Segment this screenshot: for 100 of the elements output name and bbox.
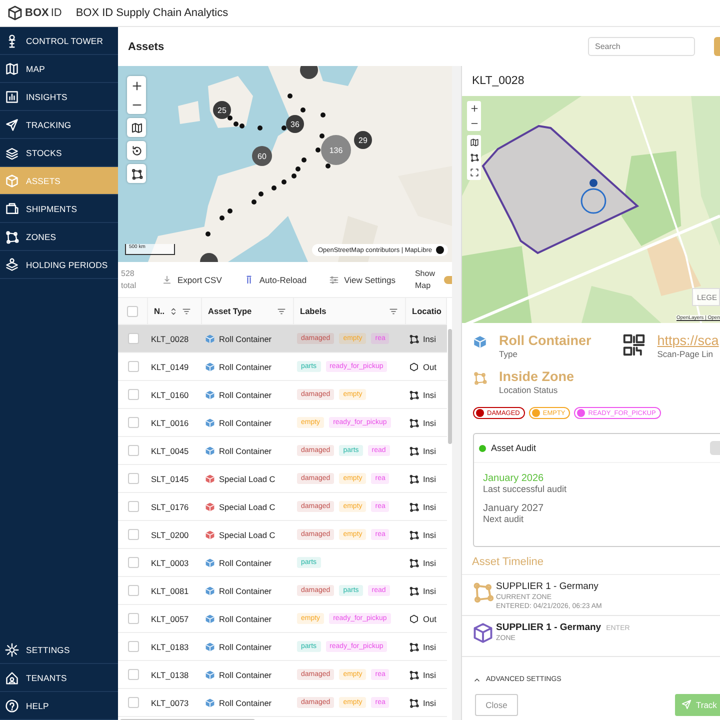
zone-icon <box>5 230 19 244</box>
row-checkbox[interactable] <box>128 557 138 568</box>
box-icon <box>473 335 487 349</box>
table-cell: Out <box>423 614 436 624</box>
zone-icon[interactable] <box>470 153 478 162</box>
zone-icon <box>409 390 419 400</box>
table-cell: KLT_0183 <box>151 642 189 652</box>
table-cell: KLT_0028 <box>151 334 189 344</box>
zone-icon <box>409 558 419 568</box>
send-icon <box>5 118 19 132</box>
page-title: Assets <box>128 40 164 52</box>
table-cell: KLT_0160 <box>151 390 189 400</box>
column-header[interactable]: N.. <box>154 306 165 316</box>
row-checkbox[interactable] <box>128 417 138 428</box>
audit-date: January 2026 <box>483 473 545 484</box>
stack-icon <box>5 146 19 160</box>
status-dot <box>479 444 486 452</box>
send-icon <box>681 699 692 710</box>
zone-icon[interactable] <box>130 168 142 180</box>
table-cell: Special Load C <box>219 502 276 512</box>
zone-icon <box>409 698 419 708</box>
table-cell: Insi <box>423 558 436 568</box>
row-checkbox[interactable] <box>128 613 138 624</box>
hexagon-icon <box>409 614 419 624</box>
select-all-checkbox[interactable] <box>127 306 138 316</box>
sidebar-item[interactable]: MAP <box>0 55 118 83</box>
row-checkbox[interactable] <box>128 361 138 372</box>
table-cell: SLT_0200 <box>151 530 189 540</box>
close-button[interactable]: Close <box>475 694 518 716</box>
section-title: Asset Timeline <box>472 556 545 570</box>
box-icon <box>205 670 215 680</box>
box-icon <box>205 418 215 428</box>
scrollbar[interactable] <box>448 329 452 444</box>
house-icon <box>5 670 19 684</box>
table-cell: KLT_0138 <box>151 670 189 680</box>
header-button[interactable] <box>714 37 720 56</box>
total-count: 528 total <box>121 268 138 292</box>
sort-icon[interactable] <box>168 306 178 316</box>
fullscreen-icon[interactable] <box>470 168 478 177</box>
row-checkbox[interactable] <box>128 473 138 484</box>
zoom-in-icon[interactable] <box>470 104 478 113</box>
table-cell: Roll Container <box>219 446 272 456</box>
audit-label: Next audit <box>483 514 525 524</box>
show-map-toggle[interactable] <box>444 276 452 284</box>
table-cell: Insi <box>423 390 436 400</box>
row-checkbox[interactable] <box>128 333 138 344</box>
audit-menu-button[interactable] <box>710 441 720 455</box>
sidebar-item[interactable]: HOLDING PERIODS <box>0 251 118 279</box>
filter-icon[interactable] <box>277 306 286 316</box>
table-cell: Roll Container <box>219 390 272 400</box>
table-cell: Insi <box>423 530 436 540</box>
zone-icon <box>409 502 419 512</box>
box-icon <box>205 614 215 624</box>
logo-icon <box>7 5 23 21</box>
row-checkbox[interactable] <box>128 641 138 652</box>
row-checkbox[interactable] <box>128 669 138 680</box>
box-icon <box>205 586 215 596</box>
row-checkbox[interactable] <box>128 501 138 512</box>
audit-title: Asset Audit <box>491 443 536 453</box>
type-value: Roll Container <box>499 333 592 349</box>
toolbar-button[interactable]: View Settings <box>326 272 398 286</box>
row-checkbox[interactable] <box>128 445 138 456</box>
reset-icon[interactable] <box>130 144 142 156</box>
table-cell: Roll Container <box>219 642 272 652</box>
download-icon <box>162 274 172 284</box>
table-cell: Roll Container <box>219 586 272 596</box>
entry-title: SUPPLIER 1 - Germany <box>496 581 598 592</box>
box-icon <box>205 446 215 456</box>
map-icon[interactable] <box>470 138 478 147</box>
toolbar-button[interactable]: Export CSV <box>159 272 225 286</box>
map-icon <box>5 62 19 76</box>
table-cell: Roll Container <box>219 334 272 344</box>
row-checkbox[interactable] <box>128 697 138 708</box>
help-icon <box>5 698 19 712</box>
column-header[interactable]: Locatio <box>412 306 442 316</box>
table-cell: Special Load C <box>219 530 276 540</box>
table-cell: Insi <box>423 670 436 680</box>
table-cell: Insi <box>423 586 436 596</box>
map-icon[interactable] <box>130 122 142 134</box>
search-field[interactable]: Search <box>588 37 695 56</box>
row-checkbox[interactable] <box>128 585 138 596</box>
filter-icon[interactable] <box>389 306 398 316</box>
box-icon <box>205 362 215 372</box>
table-cell: Insi <box>423 474 436 484</box>
box-icon <box>205 502 215 512</box>
row-checkbox[interactable] <box>128 389 138 400</box>
toolbar-button[interactable]: Auto-Reload <box>241 272 310 286</box>
filter-icon[interactable] <box>182 306 191 316</box>
column-header[interactable]: Asset Type <box>208 306 252 316</box>
row-checkbox[interactable] <box>128 529 138 540</box>
column-header[interactable]: Labels <box>300 306 326 316</box>
table-cell: KLT_0149 <box>151 362 189 372</box>
zoom-in-icon[interactable] <box>130 80 142 92</box>
table-cell: Insi <box>423 698 436 708</box>
box-icon <box>205 558 215 568</box>
resize-handle[interactable] <box>452 66 461 720</box>
table-cell: Insi <box>423 642 436 652</box>
sidebar-item[interactable]: CONTROL TOWER <box>0 27 118 55</box>
zone-icon <box>409 586 419 596</box>
settings-icon <box>5 642 19 656</box>
